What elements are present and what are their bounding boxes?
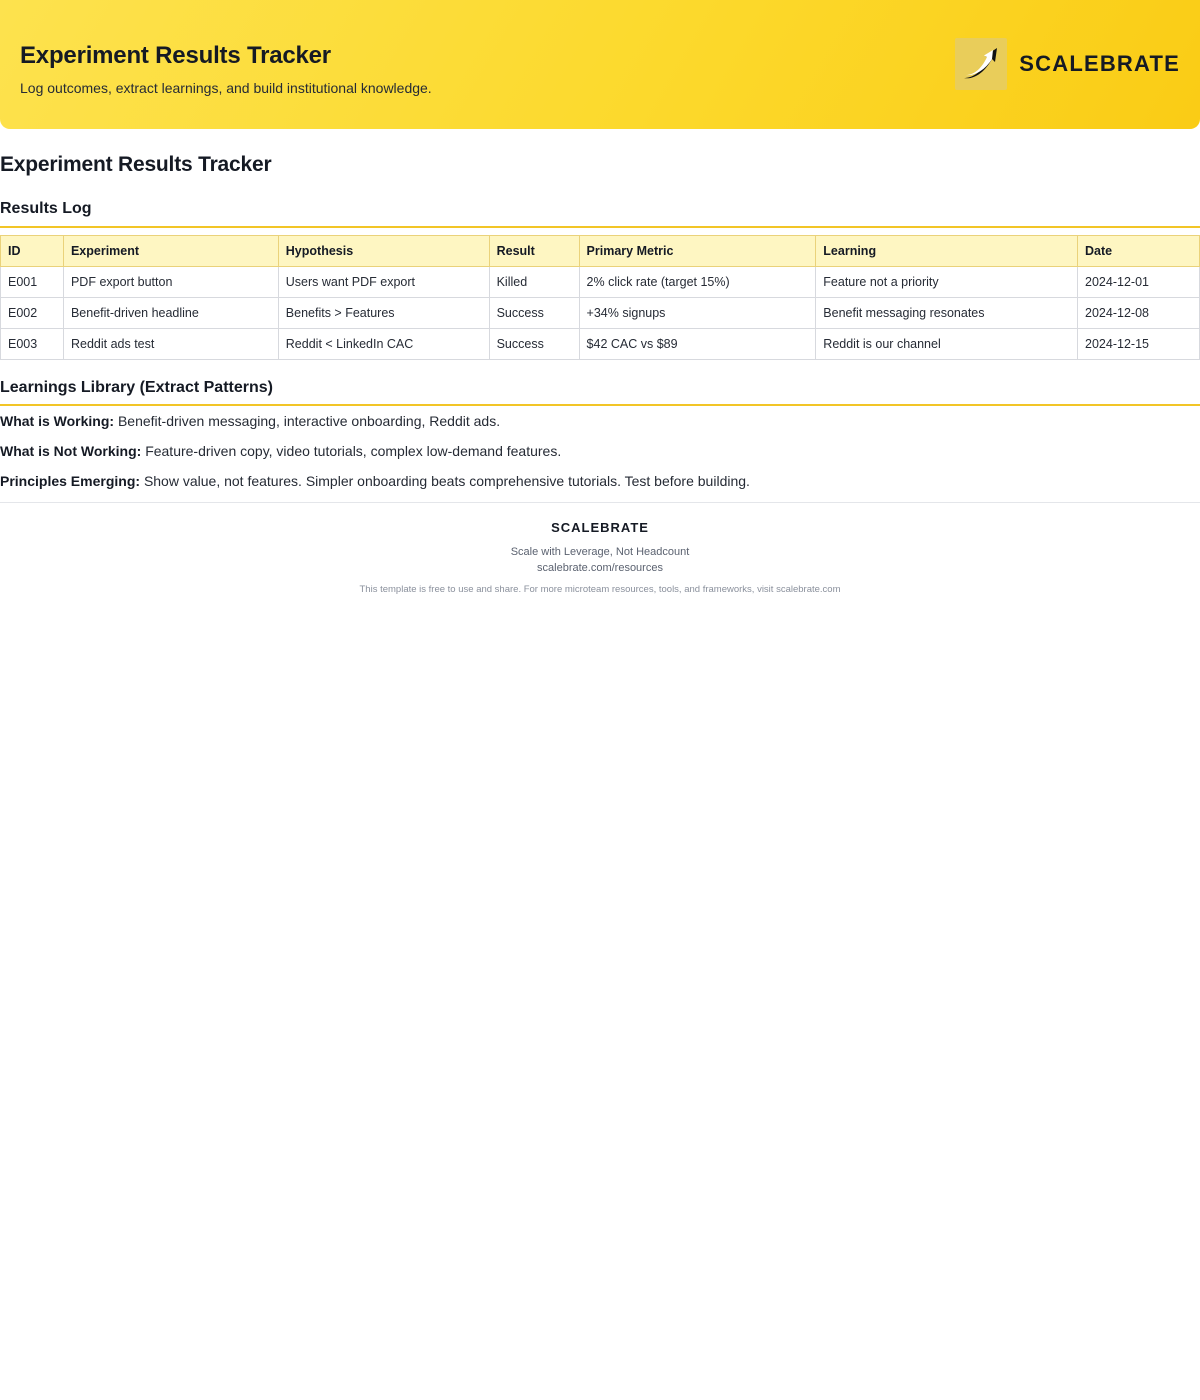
column-header: ID — [0, 235, 64, 267]
learnings-heading: Learnings Library (Extract Patterns) — [0, 379, 1200, 406]
header-banner: Experiment Results Tracker Log outcomes,… — [0, 0, 1200, 129]
brand-name: SCALEBRATE — [1019, 51, 1180, 76]
header-title: Experiment Results Tracker — [20, 42, 331, 69]
footer-note: This template is free to use and share. … — [359, 584, 841, 595]
table-cell: 2024-12-08 — [1077, 297, 1200, 329]
table-cell: Benefits > Features — [277, 297, 490, 329]
table-cell: Feature not a priority — [815, 266, 1079, 298]
table-row: E003 Reddit ads test Reddit < LinkedIn C… — [0, 328, 1200, 360]
table-cell: Benefit-driven headline — [62, 297, 279, 329]
table-cell: 2% click rate (target 15%) — [578, 266, 817, 298]
column-header: Primary Metric — [578, 235, 817, 267]
learning-label: What is Working: — [0, 413, 115, 429]
table-cell: Benefit messaging resonates — [815, 297, 1079, 329]
learning-principles: Principles Emerging: Show value, not fea… — [0, 473, 750, 489]
column-header: Result — [488, 235, 580, 267]
footer-link[interactable]: scalebrate.com/resources — [0, 562, 1200, 574]
table-cell: E003 — [0, 328, 64, 360]
results-log-heading: Results Log — [0, 200, 1200, 228]
learning-label: What is Not Working: — [0, 443, 142, 459]
table-cell: +34% signups — [578, 297, 817, 329]
column-header: Learning — [815, 235, 1079, 267]
learning-text: Feature-driven copy, video tutorials, co… — [145, 443, 562, 459]
page-title: Experiment Results Tracker — [0, 153, 272, 176]
learning-text: Show value, not features. Simpler onboar… — [143, 473, 750, 489]
table-cell: E002 — [0, 297, 64, 329]
brand-logo[interactable]: SCALEBRATE — [955, 38, 1180, 90]
footer: SCALEBRATE Scale with Leverage, Not Head… — [0, 502, 1200, 595]
table-cell: Success — [488, 328, 580, 360]
table-cell: Reddit < LinkedIn CAC — [277, 328, 490, 360]
column-header: Hypothesis — [277, 235, 490, 267]
table-row: E002 Benefit-driven headline Benefits > … — [0, 297, 1200, 329]
table-cell: 2024-12-15 — [1077, 328, 1200, 360]
learning-text: Benefit-driven messaging, interactive on… — [117, 413, 501, 429]
table-cell: $42 CAC vs $89 — [578, 328, 817, 360]
learning-not-working: What is Not Working: Feature-driven copy… — [0, 443, 561, 459]
learning-working: What is Working: Benefit-driven messagin… — [0, 413, 500, 429]
column-header: Experiment — [62, 235, 279, 267]
table-cell: PDF export button — [62, 266, 279, 298]
learning-label: Principles Emerging: — [0, 473, 141, 489]
header-subtitle: Log outcomes, extract learnings, and bui… — [20, 80, 432, 96]
footer-brand: SCALEBRATE — [551, 520, 649, 535]
table-cell: E001 — [0, 266, 64, 298]
column-header: Date — [1077, 235, 1200, 267]
table-cell: Reddit is our channel — [815, 328, 1079, 360]
table-header-row: ID Experiment Hypothesis Result Primary … — [0, 235, 1200, 267]
table-row: E001 PDF export button Users want PDF ex… — [0, 266, 1200, 298]
footer-tagline: Scale with Leverage, Not Headcount — [510, 546, 690, 558]
table-cell: 2024-12-01 — [1077, 266, 1200, 298]
table-cell: Success — [488, 297, 580, 329]
results-log-table: ID Experiment Hypothesis Result Primary … — [0, 235, 1200, 360]
table-cell: Reddit ads test — [62, 328, 279, 360]
table-cell: Users want PDF export — [277, 266, 490, 298]
table-cell: Killed — [488, 266, 580, 298]
rising-arrow-icon — [955, 38, 1008, 90]
